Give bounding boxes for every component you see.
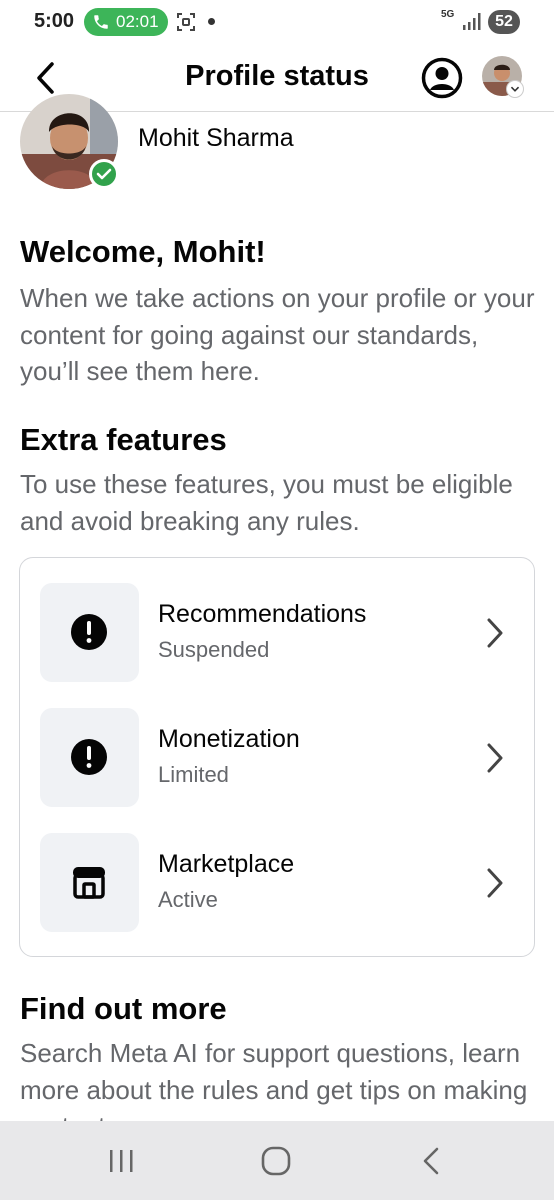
feature-icon-box bbox=[40, 833, 139, 932]
status-time: 5:00 bbox=[34, 10, 75, 32]
feature-status: Limited bbox=[158, 762, 229, 787]
feature-row-marketplace[interactable]: Marketplace Active bbox=[40, 833, 514, 933]
extra-features-description: To use these features, you must be eligi… bbox=[20, 469, 513, 536]
signal-icon bbox=[463, 13, 481, 30]
page-title: Profile status bbox=[185, 60, 369, 92]
call-timer-pill[interactable]: 02:01 bbox=[84, 8, 168, 36]
alert-icon bbox=[71, 614, 107, 650]
back-icon[interactable] bbox=[416, 1145, 448, 1177]
chevron-right-icon bbox=[487, 868, 503, 898]
feature-status: Suspended bbox=[158, 637, 270, 662]
find-out-more-description: Search Meta AI for support questions, le… bbox=[20, 1038, 528, 1121]
notification-dot bbox=[208, 18, 215, 25]
network-5g-icon: 5G bbox=[441, 9, 455, 20]
account-icon[interactable] bbox=[421, 57, 463, 99]
feature-icon-box bbox=[40, 708, 139, 807]
feature-row-monetization[interactable]: Monetization Limited bbox=[40, 708, 514, 808]
feature-title: Recommendations bbox=[158, 600, 367, 628]
chevron-down-icon[interactable] bbox=[506, 80, 524, 98]
recents-icon[interactable] bbox=[105, 1145, 137, 1177]
feature-title: Marketplace bbox=[158, 850, 295, 878]
feature-status: Active bbox=[158, 887, 218, 912]
chevron-right-icon bbox=[487, 618, 503, 648]
feature-icon-box bbox=[40, 583, 139, 682]
shop-icon bbox=[73, 867, 105, 899]
features-card: Recommendations Suspended Monetization L… bbox=[19, 557, 535, 957]
welcome-heading: Welcome, Mohit! bbox=[20, 234, 266, 269]
home-icon[interactable] bbox=[260, 1145, 292, 1177]
extra-features-heading: Extra features bbox=[20, 422, 227, 457]
welcome-description: When we take actions on your profile or … bbox=[20, 283, 535, 386]
verified-check-icon bbox=[89, 159, 119, 189]
battery-indicator: 52 bbox=[488, 10, 520, 34]
feature-title: Monetization bbox=[158, 725, 300, 753]
status-bar: 5:00 02:01 5G 52 bbox=[0, 0, 554, 44]
phone-icon bbox=[94, 15, 108, 29]
alert-icon bbox=[71, 739, 107, 775]
profile-name: Mohit Sharma bbox=[138, 124, 294, 152]
call-timer: 02:01 bbox=[116, 12, 159, 31]
system-nav-bar bbox=[0, 1121, 554, 1200]
screen-record-icon bbox=[177, 13, 195, 31]
find-out-more-heading: Find out more bbox=[20, 991, 227, 1026]
feature-row-recommendations[interactable]: Recommendations Suspended bbox=[40, 583, 514, 683]
chevron-right-icon bbox=[487, 743, 503, 773]
